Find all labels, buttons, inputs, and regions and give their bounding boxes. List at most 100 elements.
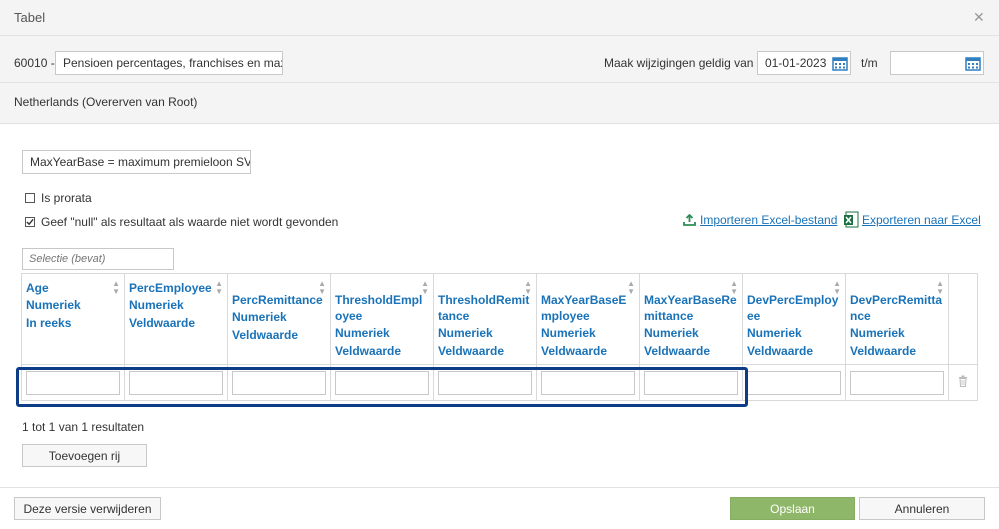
- close-icon[interactable]: ✕: [973, 9, 985, 26]
- valid-to-label: t/m: [861, 56, 878, 70]
- table-cell: [330, 364, 434, 401]
- import-excel-label[interactable]: Importeren Excel-bestand: [700, 213, 837, 227]
- table-cell: [227, 364, 331, 401]
- dev-perc-remittance-input[interactable]: [850, 370, 944, 395]
- footer-divider: [0, 487, 999, 488]
- max-year-base-employee-input[interactable]: [541, 370, 635, 395]
- sort-icon[interactable]: ▲ ▼: [112, 280, 120, 296]
- import-excel-link[interactable]: Importeren Excel-bestand: [683, 213, 837, 227]
- column-type: Numeriek: [850, 326, 905, 340]
- trash-icon[interactable]: [958, 375, 968, 387]
- column-header-max-year-base-employee[interactable]: ▲ ▼ MaxYearBaseEmployee Numeriek Veldwaarde: [536, 273, 640, 365]
- column-name: MaxYearBaseRemittance: [644, 293, 737, 323]
- sort-icon[interactable]: ▲ ▼: [936, 280, 944, 296]
- dialog-titlebar: [0, 0, 999, 36]
- column-kind: In reeks: [26, 316, 72, 330]
- add-row-button[interactable]: Toevoegen rij: [22, 444, 147, 467]
- threshold-remittance-input[interactable]: [438, 370, 532, 395]
- calendar-icon[interactable]: [829, 52, 851, 74]
- column-name: Age: [26, 281, 49, 295]
- column-header-dev-perc-employee[interactable]: ▲ ▼ DevPercEmployee Numeriek Veldwaarde: [742, 273, 846, 365]
- upload-icon: [683, 214, 696, 226]
- column-header-perc-remittance[interactable]: ▲ ▼ PercRemittance Numeriek Veldwaarde: [227, 273, 331, 365]
- column-name: PercRemittance: [232, 293, 323, 307]
- column-kind: Veldwaarde: [438, 344, 505, 358]
- table-cell: [124, 364, 228, 401]
- column-type: Numeriek: [541, 326, 596, 340]
- sort-icon[interactable]: ▲ ▼: [730, 280, 738, 296]
- max-year-base-remittance-input[interactable]: [644, 370, 738, 395]
- column-kind: Veldwaarde: [747, 344, 814, 358]
- sort-icon[interactable]: ▲ ▼: [421, 280, 429, 296]
- null-result-checkbox[interactable]: [25, 217, 35, 227]
- sort-icon[interactable]: ▲ ▼: [524, 280, 532, 296]
- sort-icon[interactable]: ▲ ▼: [318, 280, 326, 296]
- column-kind: Veldwaarde: [850, 344, 917, 358]
- column-header-threshold-remittance[interactable]: ▲ ▼ ThresholdRemittance Numeriek Veldwaarde: [433, 273, 537, 365]
- prorata-checkbox[interactable]: [25, 193, 35, 203]
- column-header-threshold-employee[interactable]: ▲ ▼ ThresholdEmployee Numeriek Veldwaarde: [330, 273, 434, 365]
- column-type: Numeriek: [438, 326, 493, 340]
- save-button[interactable]: Opslaan: [730, 497, 855, 520]
- prorata-label: Is prorata: [41, 191, 92, 205]
- table-cell: [639, 364, 743, 401]
- sort-icon[interactable]: ▲ ▼: [215, 280, 223, 296]
- column-type: Numeriek: [644, 326, 699, 340]
- calendar-icon[interactable]: [962, 52, 984, 74]
- perc-remittance-input[interactable]: [232, 370, 326, 395]
- null-result-option[interactable]: Geef "null" als resultaat als waarde nie…: [25, 215, 338, 229]
- column-type: Numeriek: [232, 310, 287, 324]
- column-type: Numeriek: [129, 298, 184, 312]
- sort-icon[interactable]: ▲ ▼: [833, 280, 841, 296]
- table-row: [21, 364, 978, 401]
- column-name: ThresholdEmployee: [335, 293, 423, 323]
- results-count: 1 tot 1 van 1 resultaten: [22, 420, 145, 434]
- column-name: DevPercRemittance: [850, 293, 943, 323]
- column-name: DevPercEmployee: [747, 293, 839, 323]
- column-name: MaxYearBaseEmployee: [541, 293, 627, 323]
- column-name: PercEmployee: [129, 281, 212, 295]
- column-kind: Veldwaarde: [335, 344, 402, 358]
- export-excel-label[interactable]: Exporteren naar Excel: [862, 213, 981, 227]
- cancel-button[interactable]: Annuleren: [859, 497, 985, 520]
- sort-icon[interactable]: ▲ ▼: [627, 280, 635, 296]
- valid-from-label: Maak wijzigingen geldig van: [604, 56, 754, 70]
- country-label: Netherlands (Overerven van Root): [14, 95, 198, 109]
- table-cell: [433, 364, 537, 401]
- table-cell: [536, 364, 640, 401]
- table-code-label: 60010 -: [14, 56, 55, 70]
- table-cell: [742, 364, 846, 401]
- table-cell: [948, 364, 978, 401]
- column-type: Numeriek: [26, 298, 81, 312]
- perc-employee-input[interactable]: [129, 370, 223, 395]
- dialog-title: Tabel: [14, 10, 46, 25]
- column-header-dev-perc-remittance[interactable]: ▲ ▼ DevPercRemittance Numeriek Veldwaarde: [845, 273, 949, 365]
- table-header-row: ▲ ▼ Age Numeriek In reeks ▲ ▼ PercEmployee Nume…: [21, 273, 978, 365]
- data-table: ▲ ▼ Age Numeriek In reeks ▲ ▼ PercEmployee Nume…: [21, 273, 978, 401]
- column-name: ThresholdRemittance: [438, 293, 530, 323]
- description-field[interactable]: MaxYearBase = maximum premieloon SV: [22, 150, 251, 174]
- column-type: Numeriek: [335, 326, 390, 340]
- age-input[interactable]: [26, 370, 120, 395]
- column-kind: Veldwaarde: [232, 328, 299, 342]
- table-name-field[interactable]: Pensioen percentages, franchises en max: [55, 51, 283, 75]
- valid-from-value: 01-01-2023: [765, 56, 827, 70]
- table-cell: [845, 364, 949, 401]
- column-kind: Veldwaarde: [644, 344, 711, 358]
- column-kind: Veldwaarde: [129, 316, 196, 330]
- delete-version-button[interactable]: Deze versie verwijderen: [14, 497, 161, 520]
- column-type: Numeriek: [747, 326, 802, 340]
- prorata-option[interactable]: Is prorata: [25, 191, 92, 205]
- threshold-employee-input[interactable]: [335, 370, 429, 395]
- column-header-perc-employee[interactable]: ▲ ▼ PercEmployee Numeriek Veldwaarde: [124, 273, 228, 365]
- export-excel-link[interactable]: Exporteren naar Excel: [843, 211, 981, 228]
- column-header-max-year-base-remittance[interactable]: ▲ ▼ MaxYearBaseRemittance Numeriek Veldwaard…: [639, 273, 743, 365]
- column-header-age[interactable]: ▲ ▼ Age Numeriek In reeks: [21, 273, 125, 365]
- column-kind: Veldwaarde: [541, 344, 608, 358]
- table-cell: [21, 364, 125, 401]
- null-result-label: Geef "null" als resultaat als waarde nie…: [41, 215, 339, 229]
- filter-input[interactable]: [22, 248, 174, 270]
- dev-perc-employee-input[interactable]: [747, 370, 841, 395]
- column-header-actions: [948, 273, 978, 365]
- excel-icon: [844, 211, 859, 228]
